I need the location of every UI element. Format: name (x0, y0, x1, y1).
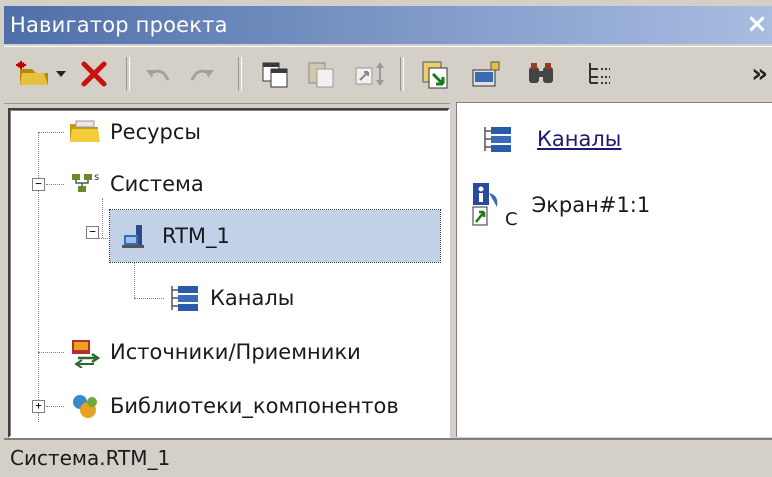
find-button[interactable] (520, 55, 564, 93)
title-bar[interactable]: Навигатор проекта × (4, 6, 772, 44)
tree-connector (134, 298, 164, 299)
content-list[interactable]: Каналы C Экран#1:1 (456, 102, 772, 437)
new-icon (16, 61, 48, 85)
tree-connector (134, 256, 135, 298)
paste-icon (308, 62, 334, 88)
workstation-icon (120, 221, 154, 251)
delete-button[interactable] (74, 55, 114, 93)
toolbar-separator (400, 57, 404, 91)
copy-button[interactable] (254, 55, 296, 93)
screen-icon (471, 179, 505, 231)
tree-item-libraries[interactable]: Библиотеки_компонентов (68, 390, 399, 422)
properties-icon (472, 61, 500, 87)
svg-text:s: s (94, 172, 99, 183)
find-icon (529, 63, 553, 83)
copy-icon (262, 62, 288, 88)
channels-link[interactable]: Каналы (537, 127, 621, 151)
tree-item-channels[interactable]: Каналы (168, 282, 294, 314)
delete-icon (81, 61, 107, 87)
tree-connector (46, 184, 64, 185)
list-item-channels[interactable]: Каналы (481, 123, 621, 155)
tree-connector (38, 132, 39, 422)
tree-item-label: RTM_1 (162, 224, 230, 248)
toolbar-separator (238, 57, 242, 91)
move-button[interactable] (348, 55, 392, 93)
export-icon (422, 61, 448, 89)
tree-item-label: Система (110, 172, 204, 196)
properties-button[interactable] (464, 55, 508, 93)
screen-badge: C (505, 208, 518, 230)
tree-item-sources[interactable]: Источники/Приемники (68, 336, 361, 368)
tree-connector (38, 352, 64, 353)
channels-icon (168, 282, 202, 314)
folder-icon (68, 118, 102, 146)
expand-toggle[interactable]: + (32, 400, 45, 413)
tree-connector (102, 198, 103, 238)
new-button[interactable] (12, 55, 52, 93)
toolbar-separator (126, 57, 130, 91)
close-button[interactable]: × (744, 8, 770, 40)
dropdown-arrow-icon (56, 71, 66, 77)
new-dropdown-button[interactable] (52, 55, 70, 93)
sources-icon (68, 336, 102, 368)
move-icon (355, 62, 384, 86)
list-item-screen[interactable]: C Экран#1:1 (471, 179, 650, 231)
redo-button[interactable] (182, 55, 222, 93)
tree-item-label: Библиотеки_компонентов (110, 394, 399, 418)
libraries-icon (68, 390, 102, 422)
project-tree[interactable]: Ресурсы − s Система − RTM_1 Каналы Источ… (8, 108, 450, 438)
paste-button[interactable] (300, 55, 342, 93)
toolbar-overflow-button[interactable]: » (751, 59, 768, 89)
status-path: Система.RTM_1 (10, 446, 171, 470)
tree-item-label: Ресурсы (110, 120, 202, 144)
tree-item-label: Источники/Приемники (110, 340, 361, 364)
tree-view-icon (589, 63, 610, 84)
window-title: Навигатор проекта (10, 13, 228, 37)
tree-item-rtm[interactable]: RTM_1 (109, 209, 441, 263)
tree-item-resources[interactable]: Ресурсы (68, 118, 201, 146)
screen-label: Экран#1:1 (531, 193, 651, 217)
export-button[interactable] (414, 55, 458, 93)
undo-button[interactable] (138, 55, 178, 93)
tree-item-system[interactable]: s Система (68, 170, 204, 198)
undo-icon (146, 69, 170, 81)
status-bar: Система.RTM_1 (4, 438, 772, 476)
tree-view-button[interactable] (578, 55, 620, 93)
project-navigator-window: Навигатор проекта × » Ресурсы − s Систем… (0, 0, 772, 477)
tree-connector (46, 406, 64, 407)
network-icon: s (68, 170, 102, 198)
tree-item-label: Каналы (210, 286, 295, 310)
collapse-toggle[interactable]: − (86, 226, 99, 239)
tree-connector (38, 132, 64, 133)
channels-icon (481, 123, 515, 155)
collapse-toggle[interactable]: − (32, 178, 45, 191)
toolbar: » (4, 46, 772, 104)
redo-icon (190, 69, 214, 81)
tree-connector (98, 238, 110, 239)
